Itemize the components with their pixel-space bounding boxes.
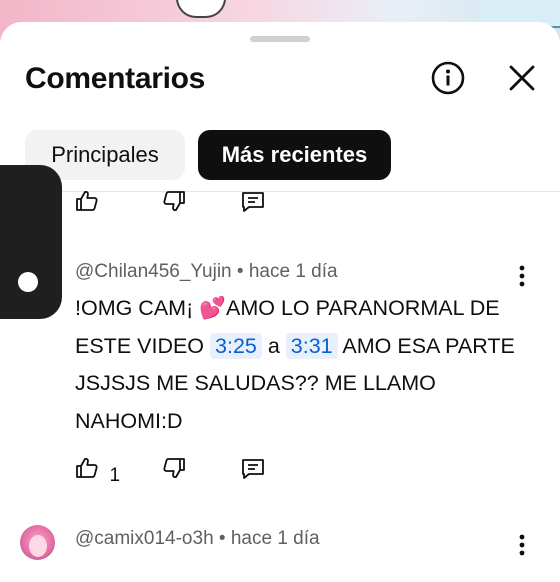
comment-text: !OMG CAM¡ 💕AMO LO PARANORMAL DE ESTE VID… — [75, 290, 535, 440]
avatar-face — [29, 535, 47, 557]
timestamp-link[interactable]: 3:25 — [210, 332, 262, 359]
reply-icon — [242, 192, 264, 212]
reply-button[interactable] — [240, 190, 266, 219]
comment-meta: @Chilan456_Yujin • hace 1 día — [75, 261, 338, 283]
meta-separator: • — [231, 261, 249, 282]
thumbs-down-icon — [163, 191, 185, 212]
info-icon — [431, 61, 465, 95]
thumbs-up-icon — [76, 457, 98, 478]
like-button[interactable]: 1 — [75, 455, 120, 487]
comment-author[interactable]: @Chilan456_Yujin — [75, 261, 232, 282]
meta-separator: • — [213, 528, 231, 549]
filter-chip-mas-recientes[interactable]: Más recientes — [198, 130, 391, 180]
panel-title: Comentarios — [25, 62, 206, 95]
thumbs-up-icon — [76, 190, 98, 211]
comment-more-button[interactable] — [512, 261, 532, 291]
comment-author[interactable]: @camix014-o3h — [75, 528, 214, 549]
dislike-button[interactable] — [162, 455, 186, 486]
thumbs-down-icon — [163, 458, 185, 479]
more-vert-icon — [519, 265, 525, 287]
like-count: 1 — [109, 465, 121, 486]
more-vert-icon — [519, 534, 525, 556]
filter-chip-label: Más recientes — [221, 142, 368, 167]
like-button[interactable] — [75, 188, 99, 219]
comment-more-button[interactable] — [512, 530, 532, 560]
close-icon — [509, 65, 535, 91]
reply-button[interactable] — [240, 457, 266, 486]
comment-time: hace 1 día — [230, 528, 320, 549]
comment-text-part: !OMG CAM¡ — [75, 296, 200, 320]
close-button[interactable] — [504, 60, 540, 96]
heart-emoji: 💕 — [199, 296, 226, 320]
info-button[interactable] — [430, 60, 466, 96]
reply-icon — [242, 459, 264, 479]
avatar[interactable] — [20, 525, 55, 560]
scroll-thumb[interactable] — [18, 272, 38, 292]
video-thumbnail-figure — [176, 0, 226, 18]
comment-time: hace 1 día — [248, 261, 338, 282]
comment-text-part: a — [261, 333, 286, 358]
dislike-button[interactable] — [162, 188, 186, 219]
filter-chip-label: Principales — [51, 142, 159, 167]
drag-handle[interactable] — [250, 36, 310, 42]
timestamp-link[interactable]: 3:31 — [285, 332, 338, 359]
scroll-indicator[interactable] — [0, 165, 62, 319]
comment-meta: @camix014-o3h • hace 1 día — [75, 528, 320, 550]
